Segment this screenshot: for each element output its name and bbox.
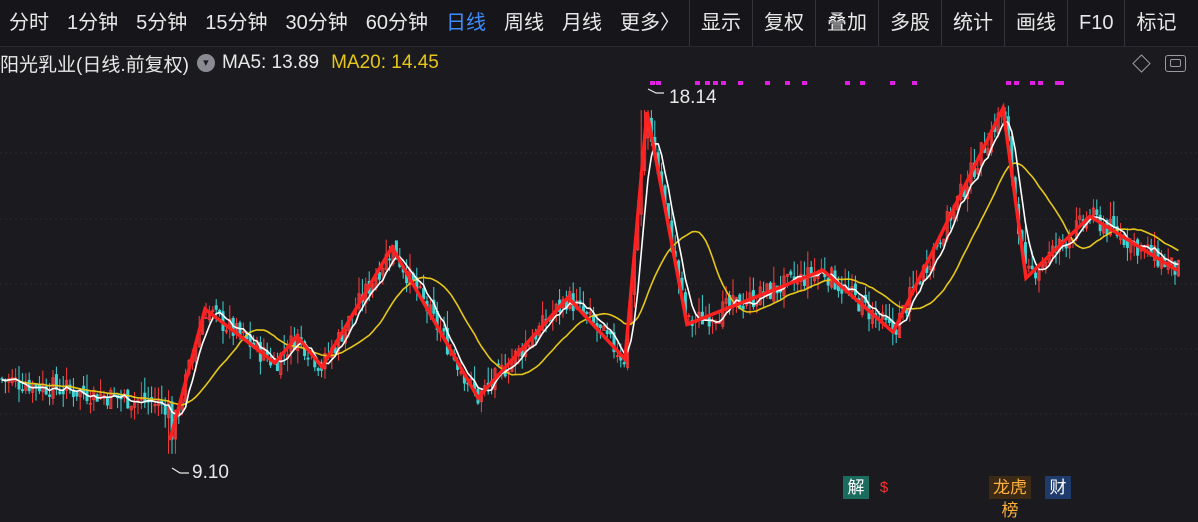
signal-dot bbox=[1059, 81, 1064, 85]
candle-body bbox=[605, 330, 609, 335]
signal-dots bbox=[650, 81, 1064, 85]
chart-grid bbox=[0, 152, 1198, 415]
signal-dot bbox=[1038, 81, 1043, 85]
candle-body bbox=[598, 324, 602, 328]
signal-dot bbox=[912, 81, 917, 85]
signal-dot bbox=[765, 81, 770, 85]
signal-dot bbox=[845, 81, 850, 85]
candle-body bbox=[1095, 209, 1099, 216]
signal-dot bbox=[890, 81, 895, 85]
signal-dot bbox=[650, 81, 655, 85]
candle-body bbox=[17, 381, 21, 390]
signal-dot bbox=[1030, 81, 1035, 85]
signal-dot bbox=[656, 81, 661, 85]
signal-dot bbox=[738, 81, 743, 85]
candle-body bbox=[20, 389, 24, 392]
financial-event-marker[interactable]: 财 bbox=[1045, 476, 1071, 499]
ma5-line bbox=[1, 119, 1179, 417]
candle-body bbox=[884, 317, 888, 321]
candle-body bbox=[826, 277, 830, 286]
candle-body bbox=[316, 368, 320, 371]
unlock-event-marker[interactable]: 解 bbox=[843, 476, 869, 499]
kline-chart[interactable] bbox=[0, 0, 1198, 499]
candle-body bbox=[306, 357, 310, 360]
candle-body bbox=[938, 242, 942, 245]
dividend-event-marker[interactable]: $ bbox=[875, 476, 893, 499]
candle-body bbox=[442, 328, 446, 332]
high-price-label: 18.14 bbox=[669, 87, 717, 108]
signal-dot bbox=[713, 81, 718, 85]
candle-body bbox=[789, 271, 793, 275]
low-price-label: 9.10 bbox=[192, 462, 229, 483]
candle-body bbox=[61, 390, 65, 395]
signal-dot bbox=[705, 81, 710, 85]
low-marker-pointer bbox=[171, 467, 189, 474]
signal-dot bbox=[721, 81, 726, 85]
dragon-tiger-event-marker[interactable]: 龙虎榜 bbox=[989, 476, 1031, 520]
candle-body bbox=[741, 305, 745, 310]
candle-body bbox=[1112, 216, 1116, 228]
signal-dot bbox=[1006, 81, 1011, 85]
signal-dot bbox=[695, 81, 700, 85]
candle-body bbox=[1034, 272, 1038, 279]
candle-body bbox=[105, 396, 109, 406]
candle-body bbox=[58, 391, 62, 394]
candle-body bbox=[214, 305, 218, 310]
signal-dot bbox=[860, 81, 865, 85]
candle-body bbox=[75, 391, 79, 397]
candle-body bbox=[48, 394, 52, 397]
candle-body bbox=[1030, 265, 1034, 270]
high-marker-pointer bbox=[647, 88, 664, 94]
candlesticks bbox=[0, 105, 1180, 454]
signal-dot bbox=[802, 81, 807, 85]
signal-dot bbox=[1014, 81, 1019, 85]
candle-body bbox=[707, 316, 711, 327]
candle-body bbox=[54, 374, 58, 390]
zigzag-line bbox=[168, 102, 1178, 441]
candle-body bbox=[422, 288, 426, 300]
candle-body bbox=[622, 362, 626, 365]
candle-body bbox=[388, 258, 392, 261]
candle-body bbox=[585, 311, 589, 314]
candle-body bbox=[163, 405, 167, 415]
signal-dot bbox=[785, 81, 790, 85]
